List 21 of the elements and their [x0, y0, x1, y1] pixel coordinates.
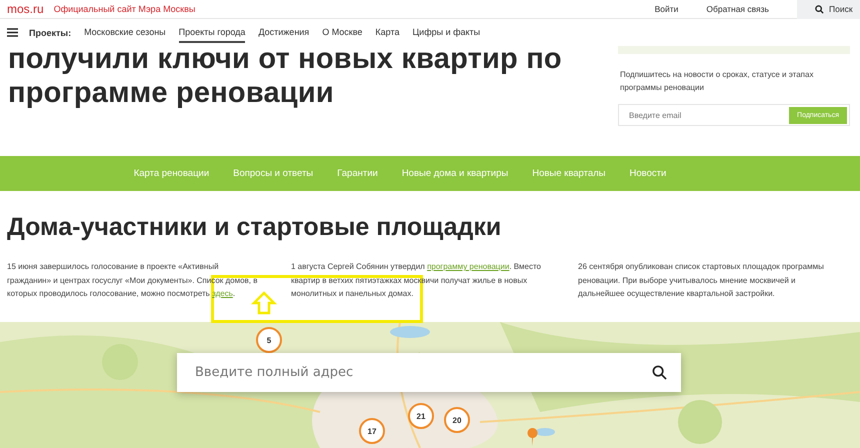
header-link[interactable]: Обратная связь — [706, 4, 769, 14]
search-icon — [815, 4, 824, 14]
search-button[interactable]: Поиск — [797, 0, 860, 18]
address-search-field[interactable]: Введите полный адрес — [193, 364, 593, 381]
subscribe-text: Подпишитесь на новости о сроках, статусе и этапах программы реновации — [620, 69, 814, 94]
paragraph: 26 сентября опубликован список стартовых площадок программы реновации. При выборе учитывалось мнение москвичей и дальнейшее осуществление квартальной застройки. — [578, 261, 825, 300]
address-search-field[interactable]: Введите полный адрес — [177, 353, 681, 392]
site-title: Официальный сайт Мэра Москвы — [54, 4, 196, 14]
nav-label: Проекты: — [29, 28, 72, 38]
logo[interactable]: mos.ru — [7, 2, 44, 16]
nav-tab[interactable]: Достижения — [258, 22, 310, 42]
nav-tab[interactable]: О Москве — [322, 22, 362, 42]
menu-icon[interactable] — [7, 28, 18, 37]
nav-tab[interactable]: Цифры и факты — [412, 22, 480, 42]
nav-tab[interactable]: Московские сезоны — [84, 22, 166, 42]
nav-tab[interactable]: Проекты города — [178, 22, 246, 42]
page-title: получили ключи от новых квартир по программе реновации — [7, 46, 563, 111]
nav-tab[interactable]: Карта — [375, 22, 400, 42]
header-link[interactable]: Войти — [654, 4, 678, 14]
search-icon[interactable] — [652, 365, 667, 380]
section-title: Дома-участники и стартовые площадки — [7, 213, 502, 242]
